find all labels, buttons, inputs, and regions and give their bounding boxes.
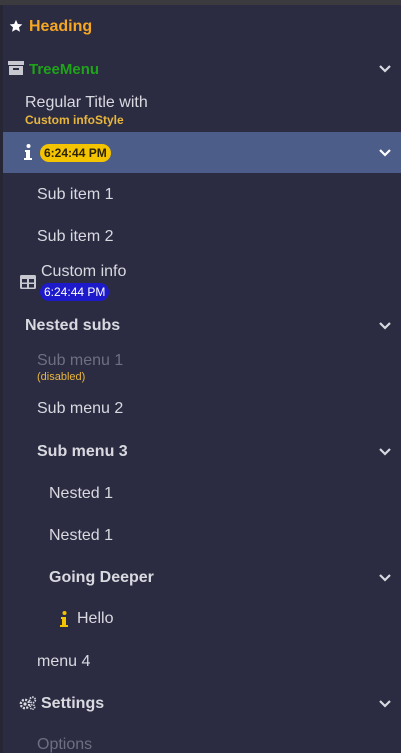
chevron-down-icon — [378, 699, 392, 709]
menu-item-sub-menu-3[interactable]: Sub menu 3 — [3, 430, 401, 472]
menu-item-sub-menu-1: Sub menu 1 (disabled) — [3, 345, 401, 388]
treemenu-label: TreeMenu — [29, 61, 100, 78]
chevron-down-icon — [378, 447, 392, 457]
regular-title-info: Custom infoStyle — [25, 113, 124, 127]
chevron-down-icon — [378, 64, 392, 74]
menu-item-active[interactable]: 6:24:44 PM — [3, 132, 401, 173]
menu-item-regular-title[interactable]: Regular Title with Custom infoStyle — [3, 89, 401, 132]
regular-title-label: Regular Title with — [25, 94, 148, 111]
menu-item-nested-1[interactable]: Nested 1 — [3, 472, 401, 514]
time-badge-blue: 6:24:44 PM — [40, 283, 110, 301]
options-label: Options — [37, 736, 93, 753]
menu-item-treemenu[interactable]: TreeMenu — [3, 47, 401, 89]
menu-item-options: Options — [3, 724, 401, 753]
custom-info-label: Custom info — [41, 263, 127, 280]
sub-menu-3-label: Sub menu 3 — [37, 443, 128, 460]
nested-subs-label: Nested subs — [25, 317, 121, 334]
sub-menu-1-label: Sub menu 1 — [37, 352, 124, 369]
sidebar-menu: Heading TreeMenu Regular Title with Cust… — [3, 5, 401, 753]
menu-item-hello[interactable]: Hello — [3, 598, 401, 640]
menu-item-sub-menu-2[interactable]: Sub menu 2 — [3, 388, 401, 430]
nested-1-label: Nested 1 — [49, 485, 114, 502]
sub-item-1-label: Sub item 1 — [37, 186, 114, 203]
nested-1-label: Nested 1 — [49, 527, 114, 544]
heading-label: Heading — [29, 18, 93, 35]
info-icon — [60, 611, 68, 627]
time-badge: 6:24:44 PM — [40, 144, 111, 162]
sub-item-2-label: Sub item 2 — [37, 228, 114, 245]
menu-item-settings[interactable]: Settings — [3, 682, 401, 724]
sub-menu-1-note: (disabled) — [37, 371, 86, 383]
menu-item-nested-subs[interactable]: Nested subs — [3, 302, 401, 345]
star-icon — [9, 19, 23, 32]
table-icon — [20, 275, 36, 289]
archive-icon — [8, 61, 24, 75]
chevron-down-icon — [378, 321, 392, 331]
chevron-down-icon — [378, 573, 392, 583]
chevron-down-icon — [378, 148, 392, 158]
menu-4-label: menu 4 — [37, 653, 91, 670]
menu-item-menu-4[interactable]: menu 4 — [3, 640, 401, 682]
gears-icon — [19, 696, 37, 710]
menu-item-sub-item-1[interactable]: Sub item 1 — [3, 173, 401, 215]
going-deeper-label: Going Deeper — [49, 569, 154, 586]
info-icon — [24, 144, 32, 160]
sub-menu-2-label: Sub menu 2 — [37, 400, 124, 417]
menu-item-nested-1[interactable]: Nested 1 — [3, 514, 401, 556]
menu-item-going-deeper[interactable]: Going Deeper — [3, 556, 401, 598]
menu-heading: Heading — [3, 5, 401, 47]
menu-item-custom-info[interactable]: Custom info 6:24:44 PM — [3, 257, 401, 302]
settings-label: Settings — [41, 695, 105, 712]
hello-label: Hello — [77, 610, 114, 627]
menu-item-sub-item-2[interactable]: Sub item 2 — [3, 215, 401, 257]
